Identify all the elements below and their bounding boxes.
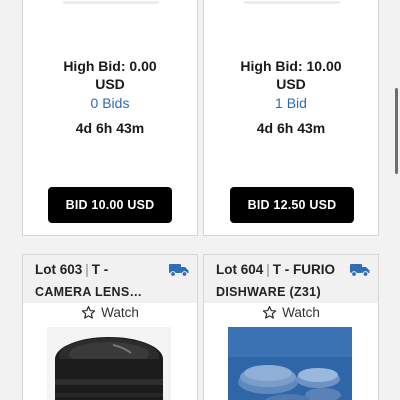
time-remaining: 4d 6h 43m [75,120,145,136]
lot-number: Lot 603 [35,262,83,277]
time-remaining: 4d 6h 43m [256,120,326,136]
bid-info: High Bid: 0.00 USD 0 Bids 4d 6h 43m [23,57,197,137]
dishware-image [228,327,352,400]
scrollbar-thumb[interactable] [395,88,398,174]
lot-title[interactable]: CAMERA LENS… [35,285,142,299]
lot-card-top-2[interactable]: High Bid: 10.00 USD 1 Bid 4d 6h 43m BID … [203,0,379,236]
lot-header[interactable]: Lot 603 | T - CAMERA LENS… [23,255,197,303]
watch-button[interactable]: Watch [23,305,197,320]
bid-count-link[interactable]: 0 Bids [23,94,197,112]
bid-button[interactable]: BID 12.50 USD [230,187,354,223]
watch-label: Watch [282,305,320,320]
bid-button[interactable]: BID 10.00 USD [48,187,172,223]
bid-count-link[interactable]: 1 Bid [204,94,378,112]
lot-card-603[interactable]: Lot 603 | T - CAMERA LENS… Watch [22,254,198,400]
lot-category: T - FURIO [272,262,336,277]
lot-title-line[interactable]: Lot 604 | T - FURIO [216,262,335,277]
truck-icon [169,264,189,277]
truck-icon [350,264,370,277]
lot-header[interactable]: Lot 604 | T - FURIO DISHWARE (Z31) [204,255,378,303]
lot-card-top-1[interactable]: High Bid: 0.00 USD 0 Bids 4d 6h 43m BID … [22,0,198,236]
camera-lens-image [47,327,171,400]
lot-title[interactable]: DISHWARE (Z31) [216,285,321,299]
lot-title-line[interactable]: Lot 603 | T - [35,262,108,277]
dishware-photo[interactable] [228,327,352,400]
lot-number: Lot 604 [216,262,264,277]
high-bid-currency: USD [276,76,306,92]
lot-image-edge [244,1,340,4]
high-bid-currency: USD [95,76,125,92]
lot-category: T - [91,262,109,277]
star-icon [262,306,277,319]
lot-separator: | [85,262,89,277]
watch-button[interactable]: Watch [204,305,378,320]
lot-separator: | [266,262,270,277]
star-icon [81,306,96,319]
bid-info: High Bid: 10.00 USD 1 Bid 4d 6h 43m [204,57,378,137]
high-bid-label: High Bid: 10.00 [240,58,342,74]
high-bid-label: High Bid: 0.00 [63,58,157,74]
camera-lens-photo[interactable] [47,327,171,400]
lot-card-604[interactable]: Lot 604 | T - FURIO DISHWARE (Z31) Watch [203,254,379,400]
watch-label: Watch [101,305,139,320]
lot-image-edge [63,1,159,4]
